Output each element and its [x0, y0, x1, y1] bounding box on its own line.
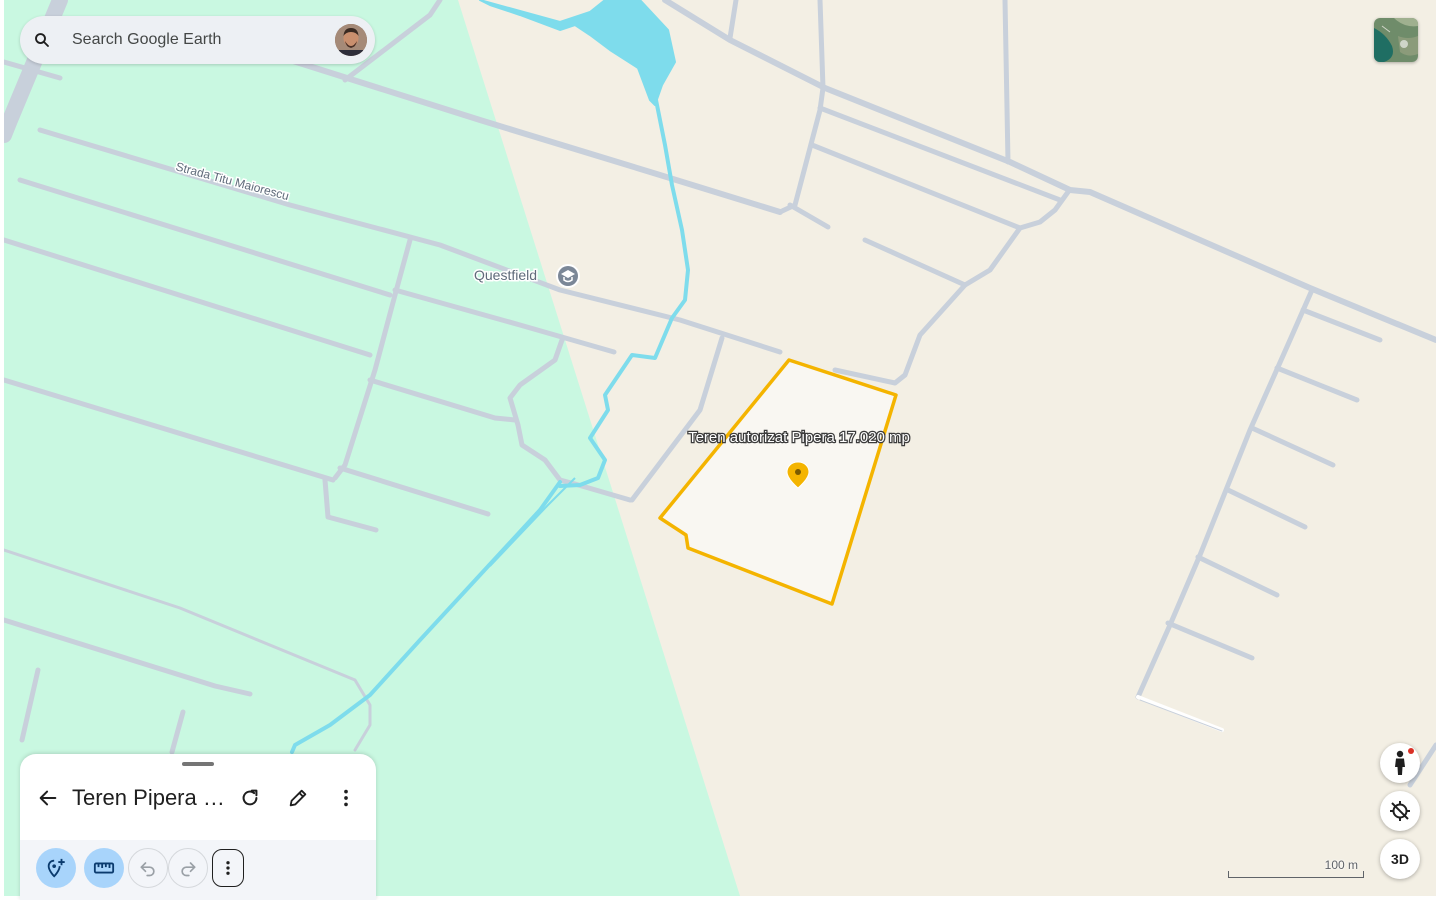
- redo-icon: [181, 862, 196, 877]
- panel-toolbar: [20, 840, 376, 900]
- redo-button[interactable]: [168, 848, 208, 888]
- satellite-layer-thumbnail[interactable]: [1374, 18, 1418, 62]
- add-placemark-icon: [47, 858, 65, 878]
- panel-header: Teren Pipera 17.020 mp: [20, 776, 376, 820]
- 3d-toggle-button[interactable]: 3D: [1380, 839, 1420, 879]
- drag-handle[interactable]: [182, 762, 214, 766]
- scale-line: [1228, 871, 1364, 878]
- pegman-icon: [1395, 750, 1405, 775]
- add-placemark-button[interactable]: [36, 848, 76, 888]
- refresh-button[interactable]: [230, 778, 270, 818]
- undo-button[interactable]: [128, 848, 168, 888]
- location-off-icon: [1390, 801, 1410, 821]
- ruler-icon: [93, 862, 115, 874]
- notification-dot: [1408, 748, 1414, 754]
- pencil-icon: [289, 789, 307, 807]
- placemark-label[interactable]: Teren autorizat Pipera 17.020 mp: [687, 428, 911, 448]
- project-panel: Teren Pipera 17.020 mp: [20, 754, 376, 900]
- measure-button[interactable]: [84, 848, 124, 888]
- poi-label[interactable]: Questfield: [473, 266, 539, 285]
- search-input[interactable]: [72, 31, 322, 49]
- undo-icon: [140, 862, 155, 877]
- more-vert-icon: [226, 861, 230, 875]
- refresh-icon: [242, 789, 258, 806]
- street-view-button[interactable]: [1380, 743, 1420, 783]
- arrow-back-icon: [39, 790, 57, 806]
- my-location-button[interactable]: [1380, 791, 1420, 831]
- more-vert-icon: [344, 789, 348, 807]
- scale-bar: 100 m: [1228, 858, 1364, 878]
- school-icon[interactable]: [556, 264, 580, 288]
- user-avatar[interactable]: [335, 24, 367, 56]
- search-bar[interactable]: [20, 16, 375, 64]
- 3d-label: 3D: [1391, 851, 1409, 867]
- toolbar-more-button[interactable]: [212, 849, 244, 887]
- edit-button[interactable]: [278, 778, 318, 818]
- project-title: Teren Pipera 17.020 mp: [72, 785, 230, 810]
- search-icon[interactable]: [20, 31, 64, 49]
- panel-menu-button[interactable]: [326, 778, 366, 818]
- scale-label: 100 m: [1324, 858, 1358, 872]
- back-button[interactable]: [28, 778, 68, 818]
